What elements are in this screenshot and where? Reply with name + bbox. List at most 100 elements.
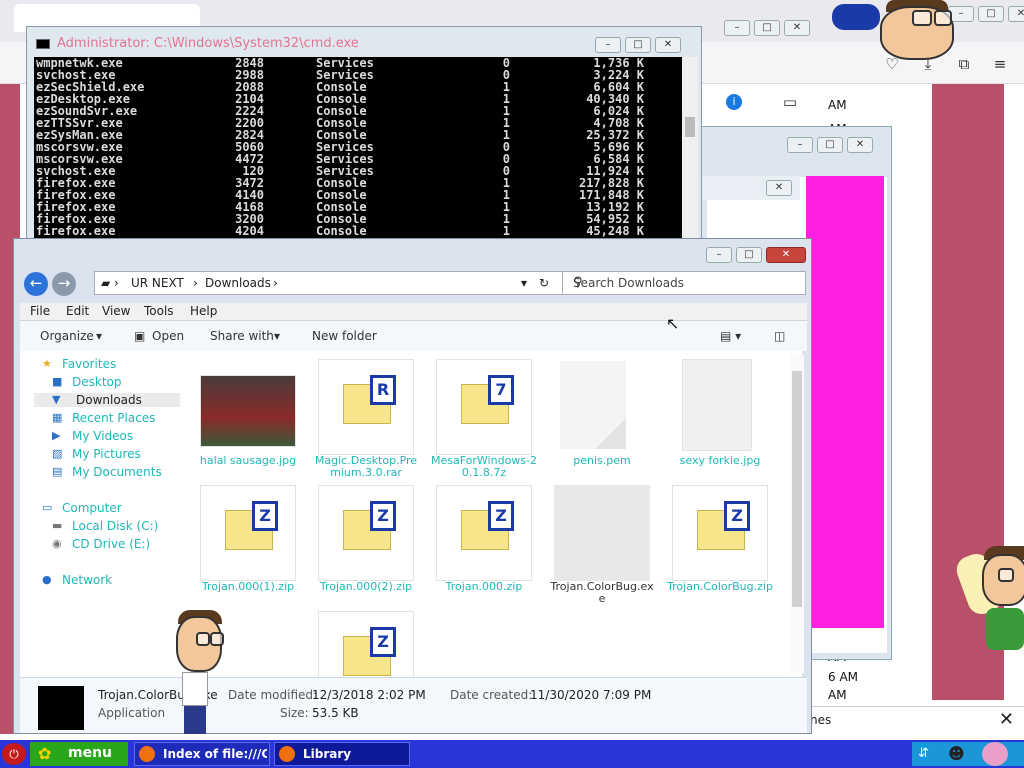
nav-local-disk[interactable]: Local Disk (C:)	[72, 519, 158, 533]
maximize-button[interactable]: □	[754, 20, 780, 36]
file-thumbnail	[560, 361, 626, 449]
navigation-bar: ← → ▰ › UR NEXT › Downloads › ▾ ↻ Search…	[14, 269, 811, 303]
file-thumbnail: Z	[672, 485, 768, 581]
taskbar-item-library[interactable]: Library	[274, 742, 410, 766]
folder-icon[interactable]: ▭	[780, 92, 800, 112]
local-disk-icon: ▬	[52, 519, 63, 532]
file-thumbnail	[200, 375, 296, 447]
chevron-down-icon[interactable]: ▾	[521, 276, 527, 290]
close-button[interactable]: ✕	[766, 180, 792, 196]
file-item[interactable]: R Magic.Desktop.Premium.3.0.rar	[315, 359, 417, 481]
chevron-right-icon: ›	[193, 276, 198, 290]
file-item[interactable]: Z	[318, 611, 414, 677]
minimize-button[interactable]: –	[706, 247, 732, 263]
close-button[interactable]: ✕	[1008, 6, 1024, 22]
file-item[interactable]: Z Trojan.ColorBug.zip	[667, 485, 773, 607]
maximize-button[interactable]: □	[817, 137, 843, 153]
close-button[interactable]: ✕	[784, 20, 810, 36]
share-with-button[interactable]: Share with	[210, 329, 274, 343]
file-item[interactable]: penis.pem	[554, 359, 650, 481]
menu-edit[interactable]: Edit	[66, 304, 89, 318]
archive-folder-icon: Z	[343, 501, 396, 550]
file-name: sexy forkie.jpg	[679, 454, 761, 467]
network-icon: ●	[42, 573, 52, 586]
console-row: firefox.exe 4204 Console 1 45,248 K	[34, 225, 682, 237]
minimize-button[interactable]: –	[595, 37, 621, 53]
archive-folder-icon: Z	[225, 501, 278, 550]
console-output[interactable]: wmpnetwk.exe 2848 Services 0 1,736 Ksvchost.…	[34, 57, 682, 243]
nav-favorites[interactable]: Favorites	[62, 357, 116, 371]
archive-folder-icon: 7	[461, 375, 514, 424]
maximize-button[interactable]: □	[736, 247, 762, 263]
address-bar[interactable]: ▰ › UR NEXT › Downloads › ▾ ↻	[94, 271, 568, 295]
taskbar-item-firefox-index[interactable]: Index of file:///C:...	[134, 742, 270, 766]
cartoon-character-top	[832, 0, 964, 64]
breadcrumb-ur-next[interactable]: UR NEXT	[131, 276, 184, 290]
forward-arrow-icon[interactable]: →	[52, 272, 76, 296]
file-item[interactable]: Z Trojan.000(1).zip	[200, 485, 296, 607]
file-item[interactable]: halal sausage.jpg	[200, 359, 296, 481]
nav-desktop[interactable]: Desktop	[72, 375, 122, 389]
nav-computer[interactable]: Computer	[62, 501, 122, 515]
details-size-label: Size:	[280, 706, 309, 720]
file-item[interactable]: Z Trojan.000(2).zip	[318, 485, 414, 607]
console-cell-name: firefox.exe	[36, 224, 116, 238]
nav-cd-drive[interactable]: CD Drive (E:)	[72, 537, 150, 551]
nav-recent-places[interactable]: Recent Places	[72, 411, 155, 425]
file-item[interactable]: 7 MesaForWindows-20.1.8.7z	[431, 359, 537, 481]
console-scrollbar[interactable]	[682, 57, 698, 243]
file-item[interactable]: Z Trojan.000.zip	[436, 485, 532, 607]
back-arrow-icon[interactable]: ←	[24, 272, 48, 296]
menu-view[interactable]: View	[102, 304, 130, 318]
menu-help[interactable]: Help	[190, 304, 217, 318]
nav-my-pictures[interactable]: My Pictures	[72, 447, 141, 461]
open-button[interactable]: Open	[152, 329, 184, 343]
nav-my-videos[interactable]: My Videos	[72, 429, 133, 443]
breadcrumb-downloads[interactable]: Downloads	[205, 276, 271, 290]
info-icon[interactable]: i	[726, 94, 742, 110]
avatar-tray-icon[interactable]	[982, 742, 1008, 766]
file-item[interactable]: sexy forkie.jpg	[672, 359, 768, 481]
archive-badge: Z	[488, 501, 514, 531]
file-name: Trojan.000(1).zip	[201, 580, 295, 593]
close-button[interactable]: ✕	[847, 137, 873, 153]
organize-button[interactable]: Organize	[40, 329, 94, 343]
details-size: 53.5 KB	[312, 706, 359, 720]
computer-icon: ▭	[42, 501, 53, 514]
maximize-button[interactable]: □	[625, 37, 651, 53]
search-icon[interactable]: ⚲	[573, 275, 797, 290]
archive-folder-icon: R	[343, 375, 396, 424]
chevron-down-icon[interactable]: ▾	[274, 329, 280, 343]
nav-my-documents[interactable]: My Documents	[72, 465, 162, 479]
firefox-icon	[139, 746, 155, 762]
menu-file[interactable]: File	[30, 304, 50, 318]
file-name: Trojan.ColorBug.zip	[667, 580, 773, 593]
menu-tools[interactable]: Tools	[144, 304, 174, 318]
archive-badge: 7	[488, 375, 514, 405]
mascot-tray-icon[interactable]: ☻	[948, 744, 965, 763]
minimize-button[interactable]: –	[787, 137, 813, 153]
maximize-button[interactable]: □	[978, 6, 1004, 22]
close-button[interactable]: ✕	[655, 37, 681, 53]
new-folder-button[interactable]: New folder	[312, 329, 377, 343]
file-item[interactable]: Trojan.ColorBug.exe	[550, 485, 654, 607]
details-modified: 12/3/2018 2:02 PM	[312, 688, 426, 702]
close-button[interactable]: ✕	[766, 247, 806, 263]
view-options-icon[interactable]: ▤ ▾	[720, 329, 741, 343]
network-tray-icon[interactable]: ⇵	[918, 746, 929, 761]
power-icon[interactable]: ⏻	[2, 743, 26, 765]
start-menu-button[interactable]: ✿ menu	[30, 742, 128, 766]
minimize-button[interactable]: –	[724, 20, 750, 36]
file-thumbnail: Z	[436, 485, 532, 581]
search-input[interactable]: Search Downloads ⚲	[562, 271, 806, 295]
file-list-scrollbar[interactable]	[790, 355, 804, 673]
nav-network[interactable]: Network	[62, 573, 112, 587]
refresh-icon[interactable]: ↻	[539, 276, 549, 290]
firefox-icon	[279, 746, 295, 762]
library-subwindow-bar: ✕	[700, 176, 800, 200]
hamburger-menu-icon[interactable]: ≡	[990, 54, 1010, 74]
close-icon[interactable]: ✕	[999, 709, 1014, 730]
preview-pane-icon[interactable]: ◫	[774, 329, 785, 343]
chevron-down-icon[interactable]: ▾	[96, 329, 102, 343]
file-thumbnail: 7	[436, 359, 532, 455]
